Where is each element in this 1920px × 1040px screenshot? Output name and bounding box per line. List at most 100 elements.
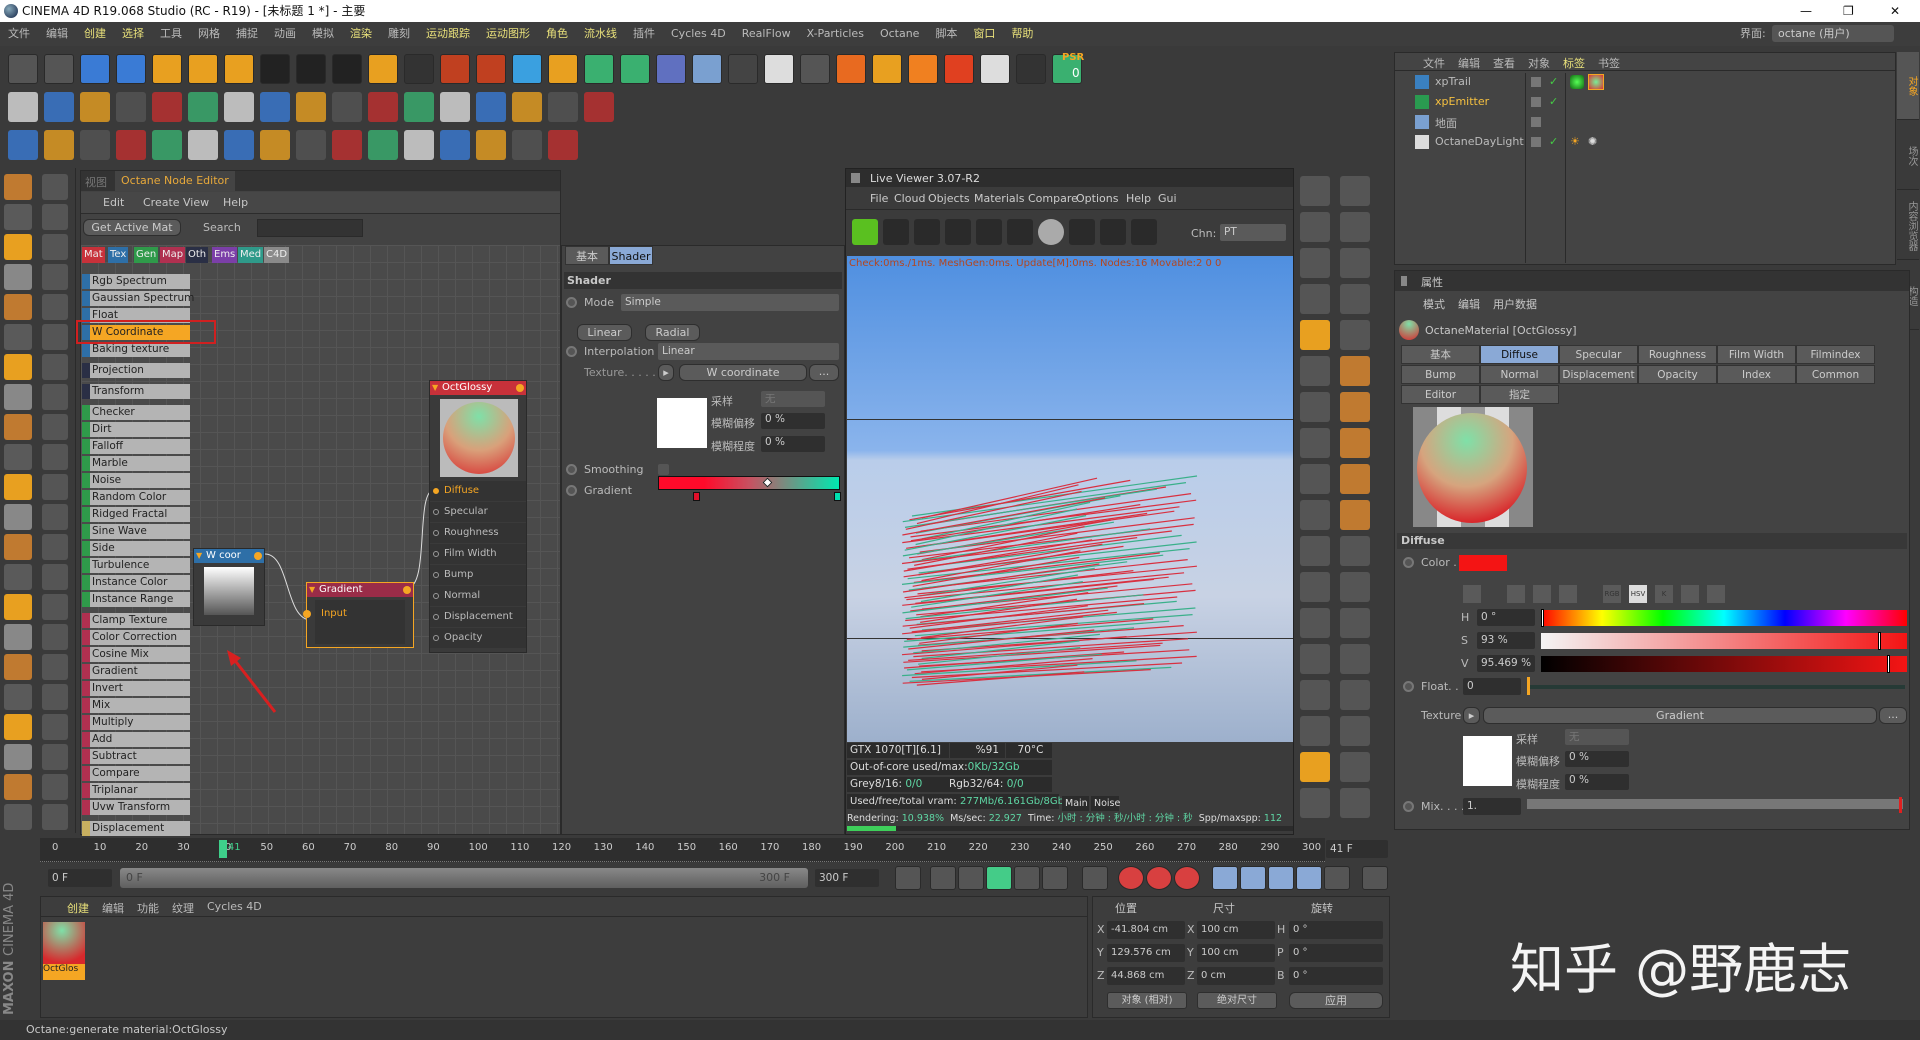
- pin-bump[interactable]: Bump: [430, 565, 526, 585]
- smoothing-checkbox[interactable]: [658, 464, 669, 475]
- tool-icon[interactable]: [4, 354, 32, 380]
- tool-icon[interactable]: [42, 594, 68, 620]
- tool-icon[interactable]: [1300, 644, 1330, 674]
- node-list-item[interactable]: Compare: [82, 766, 190, 781]
- tool-icon[interactable]: [404, 92, 434, 122]
- xp-cache-icon[interactable]: [980, 54, 1010, 84]
- float-slider[interactable]: [1527, 685, 1905, 689]
- tool-icon[interactable]: [152, 130, 182, 160]
- node-list-item[interactable]: Subtract: [82, 749, 190, 764]
- pla-key-icon[interactable]: [1324, 866, 1350, 890]
- tool-icon[interactable]: [296, 130, 326, 160]
- pos-y-input[interactable]: 129.576 cm: [1107, 944, 1185, 962]
- attr-tab[interactable]: Index: [1717, 365, 1796, 384]
- tool-icon[interactable]: [8, 130, 38, 160]
- mix-animate-radio[interactable]: [1403, 801, 1414, 812]
- menu-help[interactable]: Help: [1126, 192, 1151, 205]
- mixer-icon[interactable]: [1681, 585, 1699, 603]
- blur-offset-input[interactable]: 0 %: [761, 413, 825, 429]
- attr-tab[interactable]: Displacement: [1559, 365, 1638, 384]
- tool-icon[interactable]: [42, 504, 68, 530]
- material-item[interactable]: OctGlos: [43, 922, 85, 980]
- tool-icon[interactable]: [1300, 320, 1330, 350]
- node-list-item[interactable]: Noise: [82, 473, 190, 488]
- tool-icon[interactable]: [42, 744, 68, 770]
- pos-z-input[interactable]: 44.868 cm: [1107, 967, 1185, 985]
- tab-shader[interactable]: Shader: [609, 246, 653, 265]
- restart-icon[interactable]: [883, 219, 909, 245]
- pin-roughness[interactable]: Roughness: [430, 523, 526, 543]
- tool-icon[interactable]: [42, 294, 68, 320]
- om-menu-item[interactable]: 对象: [1528, 55, 1550, 71]
- menu-12[interactable]: 运动图形: [486, 27, 530, 40]
- redo-icon[interactable]: [44, 54, 74, 84]
- tool-icon[interactable]: [1300, 572, 1330, 602]
- tool-icon[interactable]: [42, 414, 68, 440]
- menu-file[interactable]: File: [870, 192, 888, 205]
- tool-icon[interactable]: [44, 130, 74, 160]
- node-list-item[interactable]: Dirt: [82, 422, 190, 437]
- color-mode-rgb[interactable]: RGB: [1603, 585, 1621, 603]
- tool-icon[interactable]: [188, 92, 218, 122]
- tool-icon[interactable]: [42, 804, 68, 830]
- render-picture-icon[interactable]: [440, 54, 470, 84]
- pin-opacity[interactable]: Opacity: [430, 628, 526, 648]
- tool-icon[interactable]: [1300, 536, 1330, 566]
- tool-icon[interactable]: [42, 534, 68, 560]
- tool-icon[interactable]: [1300, 356, 1330, 386]
- menu-18[interactable]: X-Particles: [807, 27, 864, 40]
- tool-icon[interactable]: [1300, 716, 1330, 746]
- z-axis-icon[interactable]: [332, 54, 362, 84]
- tool-icon[interactable]: [8, 92, 38, 122]
- node-list-item[interactable]: Multiply: [82, 715, 190, 730]
- category-tab-med[interactable]: Med: [238, 247, 263, 263]
- pos-x-input[interactable]: -41.804 cm: [1107, 921, 1185, 939]
- smoothing-animate-radio[interactable]: [566, 464, 577, 475]
- menu-2[interactable]: 创建: [84, 27, 106, 40]
- tab-view[interactable]: 视图: [85, 174, 107, 190]
- goto-start-icon[interactable]: [895, 866, 921, 890]
- menu-cloud[interactable]: Cloud: [894, 192, 925, 205]
- interpolation-select[interactable]: Linear: [658, 343, 839, 360]
- menu-9[interactable]: 渲染: [350, 27, 372, 40]
- tool-icon[interactable]: [42, 474, 68, 500]
- pin-film-width[interactable]: Film Width: [430, 544, 526, 564]
- tool-icon[interactable]: [44, 92, 74, 122]
- tool-icon[interactable]: [548, 130, 578, 160]
- node-list-item[interactable]: Rgb Spectrum: [82, 274, 190, 289]
- menu-13[interactable]: 角色: [546, 27, 568, 40]
- texture-expand-button[interactable]: ▸: [1463, 707, 1480, 724]
- camera-icon[interactable]: [728, 54, 758, 84]
- tool-icon[interactable]: [4, 624, 32, 650]
- start-frame-field[interactable]: 0 F: [48, 869, 112, 887]
- color-swatch[interactable]: [1459, 555, 1507, 571]
- goto-end-icon[interactable]: [1082, 866, 1108, 890]
- menu-14[interactable]: 流水线: [584, 27, 617, 40]
- rotate-icon[interactable]: [188, 54, 218, 84]
- om-menu-item[interactable]: 标签: [1563, 55, 1585, 71]
- tool-icon[interactable]: [4, 684, 32, 710]
- node-octglossy[interactable]: ▼OctGlossy DiffuseSpecularRoughnessFilm …: [429, 380, 527, 653]
- lock-icon[interactable]: [1007, 219, 1033, 245]
- xp-emitter-icon[interactable]: [800, 54, 830, 84]
- tool-icon[interactable]: [4, 564, 32, 590]
- tool-icon[interactable]: [1340, 608, 1370, 638]
- pin-normal[interactable]: Normal: [430, 586, 526, 606]
- layer-icon[interactable]: [1531, 117, 1541, 127]
- tool-icon[interactable]: [1300, 392, 1330, 422]
- menu-edit[interactable]: Edit: [103, 196, 124, 209]
- psr-icon[interactable]: [1016, 54, 1046, 84]
- tool-icon[interactable]: [188, 130, 218, 160]
- tab-basic[interactable]: 基本: [565, 246, 609, 265]
- x-axis-icon[interactable]: [260, 54, 290, 84]
- enabled-check-icon[interactable]: ✓: [1549, 135, 1558, 148]
- s-icon[interactable]: [908, 54, 938, 84]
- slider-handle[interactable]: [1899, 797, 1902, 813]
- tool-icon[interactable]: [1340, 752, 1370, 782]
- menu-options[interactable]: Options: [1076, 192, 1118, 205]
- node-list-item[interactable]: Sine Wave: [82, 524, 190, 539]
- tool-icon[interactable]: [1340, 536, 1370, 566]
- rotate-key-icon[interactable]: [1268, 866, 1294, 890]
- pin-diffuse[interactable]: Diffuse: [430, 481, 526, 501]
- node-list-item[interactable]: Checker: [82, 405, 190, 420]
